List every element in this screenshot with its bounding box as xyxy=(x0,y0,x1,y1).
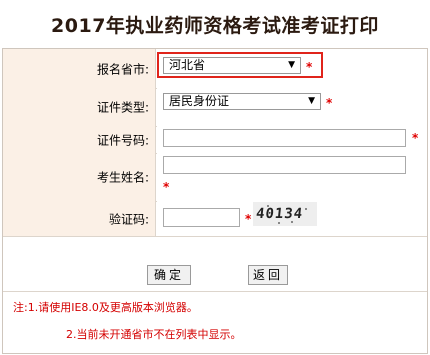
id-number-field-cell: * xyxy=(157,126,427,153)
captcha-label: 验证码: xyxy=(108,212,149,226)
captcha-input[interactable] xyxy=(163,208,240,227)
captcha-noise-dot xyxy=(267,205,269,207)
id-type-label: 证件类型: xyxy=(96,100,149,115)
captcha-image[interactable]: 40134 xyxy=(253,202,317,226)
dropdown-arrow-icon: ▼ xyxy=(308,96,315,106)
id-type-label-cell: 证件类型: xyxy=(3,88,156,126)
captcha-label-cell: 验证码: xyxy=(3,201,156,236)
province-row: 报名省市: 河北省 ▼ * xyxy=(3,49,427,89)
confirm-button[interactable]: 确定 xyxy=(147,265,191,285)
name-label-cell: 考生姓名: xyxy=(3,153,156,201)
captcha-noise-dot xyxy=(305,208,307,210)
id-type-field-cell: 居民身份证 ▼ * xyxy=(157,88,427,126)
name-required-mark: * xyxy=(163,180,170,194)
note-line-1: 注:1.请使用IE8.0及更高版本浏览器。 xyxy=(13,301,198,314)
id-number-required-mark: * xyxy=(412,131,419,145)
id-type-row: 证件类型: 居民身份证 ▼ * xyxy=(3,88,427,127)
captcha-field-cell: * 40134 xyxy=(157,201,427,236)
id-type-required-mark: * xyxy=(326,96,333,110)
captcha-row: 验证码: * 40134 xyxy=(3,201,427,237)
id-number-input[interactable] xyxy=(163,129,406,147)
back-button[interactable]: 返回 xyxy=(248,265,288,285)
province-required-mark: * xyxy=(306,60,313,74)
captcha-noise-dot xyxy=(278,222,280,224)
id-number-label: 证件号码: xyxy=(96,133,149,147)
captcha-image-text: 40134 xyxy=(255,206,304,222)
province-select-value: 河北省 xyxy=(169,58,206,72)
admission-form: 报名省市: 河北省 ▼ * 证件类型: 居民身份证 ▼ * 证件号码: * 考生… xyxy=(2,48,428,354)
province-label-cell: 报名省市: xyxy=(3,49,156,88)
province-label: 报名省市: xyxy=(96,62,149,76)
id-type-select-value: 居民身份证 xyxy=(169,94,230,108)
province-select[interactable]: 河北省 ▼ xyxy=(163,57,301,74)
buttons-row: 确定 返回 xyxy=(3,236,427,292)
name-input[interactable] xyxy=(163,156,406,174)
id-number-row: 证件号码: * xyxy=(3,126,427,154)
page-title: 2017年执业药师资格考试准考证打印 xyxy=(51,15,379,37)
note-line-2: 2.当前未开通省市不在列表中显示。 xyxy=(66,328,242,341)
name-row: 考生姓名: * xyxy=(3,153,427,202)
dropdown-arrow-icon: ▼ xyxy=(288,60,295,70)
id-number-label-cell: 证件号码: xyxy=(3,126,156,153)
captcha-noise-dot xyxy=(291,221,293,223)
name-label: 考生姓名: xyxy=(96,170,149,185)
captcha-required-mark: * xyxy=(245,212,252,226)
id-type-select[interactable]: 居民身份证 ▼ xyxy=(163,93,321,110)
name-field-cell: * xyxy=(157,153,427,201)
province-field-cell: 河北省 ▼ * xyxy=(157,49,427,88)
